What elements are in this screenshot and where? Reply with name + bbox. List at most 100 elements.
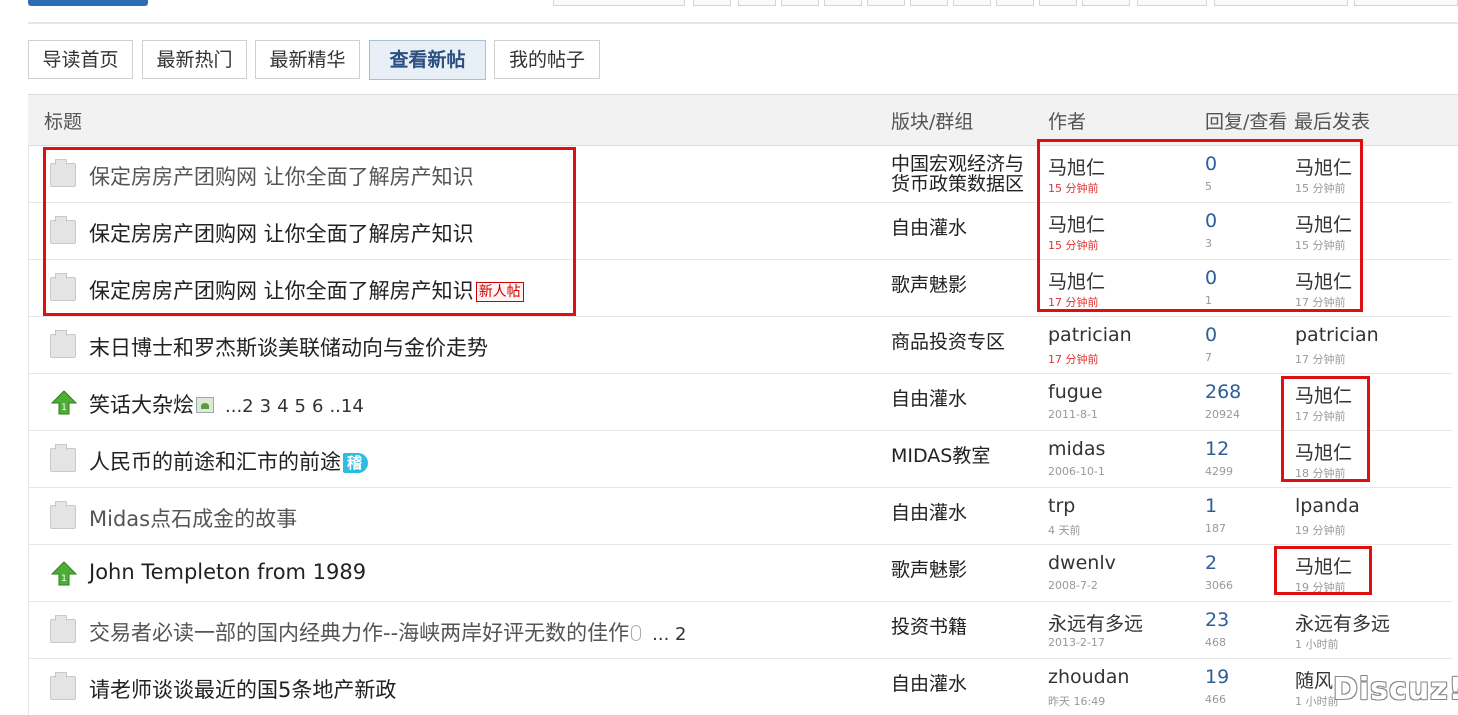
forum-link[interactable]: 中国宏观经济与 货币政策数据区	[891, 154, 1024, 194]
reply-count[interactable]: 0	[1205, 210, 1217, 232]
author-link[interactable]: 马旭仁	[1048, 267, 1105, 294]
author-link[interactable]: dwenlv	[1048, 552, 1116, 574]
author-link[interactable]: trp	[1048, 495, 1075, 517]
last-poster-link[interactable]: 马旭仁	[1295, 438, 1352, 465]
top-page-control[interactable]	[824, 0, 862, 6]
reply-count[interactable]: 1	[1205, 495, 1217, 517]
thread-title-text[interactable]: 笑话大杂烩	[89, 393, 194, 417]
col-replies-views[interactable]: 回复/查看	[1205, 107, 1287, 134]
last-poster-link[interactable]: patrician	[1295, 324, 1379, 346]
top-page-control[interactable]	[738, 0, 776, 6]
reply-count[interactable]: 19	[1205, 666, 1229, 688]
top-page-control[interactable]	[1082, 0, 1130, 6]
author-link[interactable]: 马旭仁	[1048, 210, 1105, 237]
col-title[interactable]: 标题	[44, 107, 82, 134]
folder-icon[interactable]	[50, 330, 76, 358]
top-page-control[interactable]	[693, 0, 731, 6]
author-link[interactable]: 永远有多远	[1048, 609, 1143, 636]
tab-latest-hot[interactable]: 最新热门	[142, 40, 247, 79]
forum-link[interactable]: 投资书籍	[891, 617, 967, 637]
thread-title-text[interactable]: 末日博士和罗杰斯谈美联储动向与金价走势	[89, 336, 488, 360]
top-page-control[interactable]	[1214, 0, 1348, 6]
thread-title-text[interactable]: John Templeton from 1989	[89, 560, 366, 584]
forum-name-line[interactable]: 货币政策数据区	[891, 174, 1024, 194]
reply-count[interactable]: 0	[1205, 153, 1217, 175]
last-post-time[interactable]: 17 分钟前	[1295, 294, 1346, 310]
author-link[interactable]: zhoudan	[1048, 666, 1129, 688]
forum-link[interactable]: 歌声魅影	[891, 560, 967, 580]
forum-link[interactable]: 自由灌水	[891, 389, 967, 409]
author-link[interactable]: fugue	[1048, 381, 1103, 403]
thread-title-link[interactable]: 人民币的前途和汇市的前途稽	[89, 446, 369, 476]
last-poster-link[interactable]: lpanda	[1295, 495, 1360, 517]
top-page-control[interactable]	[953, 0, 991, 6]
top-page-control[interactable]	[910, 0, 948, 6]
thread-title-link[interactable]: 交易者必读一部的国内经典力作--海峡两岸好评无数的佳作 ... 2	[89, 617, 690, 647]
thread-title-text[interactable]: 保定房房产团购网 让你全面了解房产知识	[89, 222, 474, 246]
thread-title-link[interactable]: John Templeton from 1989	[89, 560, 366, 584]
folder-icon[interactable]	[50, 672, 76, 700]
top-page-control[interactable]	[996, 0, 1034, 6]
thread-title-text[interactable]: 交易者必读一部的国内经典力作--海峡两岸好评无数的佳作	[89, 621, 629, 645]
thread-title-link[interactable]: Midas点石成金的故事	[89, 503, 297, 533]
top-page-control[interactable]	[867, 0, 905, 6]
last-poster-link[interactable]: 马旭仁	[1295, 210, 1352, 237]
thread-page-link[interactable]: 3	[260, 396, 271, 417]
last-post-time[interactable]: 18 分钟前	[1295, 465, 1346, 481]
tab-guide-home[interactable]: 导读首页	[28, 40, 133, 79]
last-post-time[interactable]: 17 分钟前	[1295, 408, 1346, 424]
top-page-control[interactable]	[1039, 0, 1077, 6]
thread-title-text[interactable]: 保定房房产团购网 让你全面了解房产知识	[89, 279, 474, 303]
thread-page-link[interactable]: 5	[295, 396, 306, 417]
forum-link[interactable]: 自由灌水	[891, 218, 967, 238]
top-page-control[interactable]	[1137, 0, 1207, 6]
top-page-control[interactable]	[553, 0, 685, 6]
reply-count[interactable]: 23	[1205, 609, 1229, 631]
thread-title-link[interactable]: 保定房房产团购网 让你全面了解房产知识 新人帖	[89, 275, 524, 305]
last-post-time[interactable]: 15 分钟前	[1295, 237, 1346, 253]
folder-icon[interactable]	[50, 501, 76, 529]
thread-page-link[interactable]: ...2	[225, 396, 254, 417]
last-poster-link[interactable]: 永远有多远	[1295, 609, 1390, 636]
last-post-time[interactable]: 1 小时前	[1295, 636, 1339, 652]
top-page-control[interactable]	[1354, 0, 1458, 6]
reply-count[interactable]: 0	[1205, 267, 1217, 289]
up-arrow-icon[interactable]: 1	[50, 389, 78, 417]
reply-count[interactable]: 2	[1205, 552, 1217, 574]
thread-page-link[interactable]: ... 2	[652, 624, 686, 645]
folder-icon[interactable]	[50, 273, 76, 301]
last-post-time[interactable]: 19 分钟前	[1295, 522, 1346, 538]
author-link[interactable]: midas	[1048, 438, 1105, 460]
last-poster-link[interactable]: 马旭仁	[1295, 381, 1352, 408]
reply-count[interactable]: 0	[1205, 324, 1217, 346]
forum-name-line[interactable]: 中国宏观经济与	[891, 154, 1024, 174]
thread-title-text[interactable]: Midas点石成金的故事	[89, 507, 297, 531]
thread-title-link[interactable]: 请老师谈谈最近的国5条地产新政	[89, 674, 396, 704]
last-post-time[interactable]: 17 分钟前	[1295, 351, 1346, 367]
author-link[interactable]: 马旭仁	[1048, 153, 1105, 180]
last-post-time[interactable]: 19 分钟前	[1295, 579, 1346, 595]
col-last-post[interactable]: 最后发表	[1294, 107, 1370, 134]
thread-title-link[interactable]: 保定房房产团购网 让你全面了解房产知识	[89, 218, 474, 248]
folder-icon[interactable]	[50, 216, 76, 244]
forum-link[interactable]: 自由灌水	[891, 674, 967, 694]
top-page-control[interactable]	[781, 0, 819, 6]
folder-icon[interactable]	[50, 615, 76, 643]
thread-title-link[interactable]: 保定房房产团购网 让你全面了解房产知识	[89, 161, 474, 191]
tab-my-posts[interactable]: 我的帖子	[494, 40, 600, 79]
folder-icon[interactable]	[50, 444, 76, 472]
forum-link[interactable]: 商品投资专区	[891, 332, 1005, 352]
forum-link[interactable]: 自由灌水	[891, 503, 967, 523]
thread-title-link[interactable]: 笑话大杂烩 ...2 3 4 5 6 ..14	[89, 389, 367, 419]
up-arrow-icon[interactable]: 1	[50, 560, 78, 588]
last-poster-link[interactable]: 马旭仁	[1295, 153, 1352, 180]
last-poster-link[interactable]: 随风	[1295, 666, 1333, 693]
thread-title-link[interactable]: 末日博士和罗杰斯谈美联储动向与金价走势	[89, 332, 488, 362]
forum-link[interactable]: 歌声魅影	[891, 275, 967, 295]
author-link[interactable]: patrician	[1048, 324, 1132, 346]
tab-view-new-posts[interactable]: 查看新帖	[369, 40, 486, 80]
thread-page-link[interactable]: ..14	[329, 396, 363, 417]
last-post-time[interactable]: 1 小时前	[1295, 693, 1339, 709]
last-poster-link[interactable]: 马旭仁	[1295, 267, 1352, 294]
thread-title-text[interactable]: 人民币的前途和汇市的前途	[89, 450, 341, 474]
